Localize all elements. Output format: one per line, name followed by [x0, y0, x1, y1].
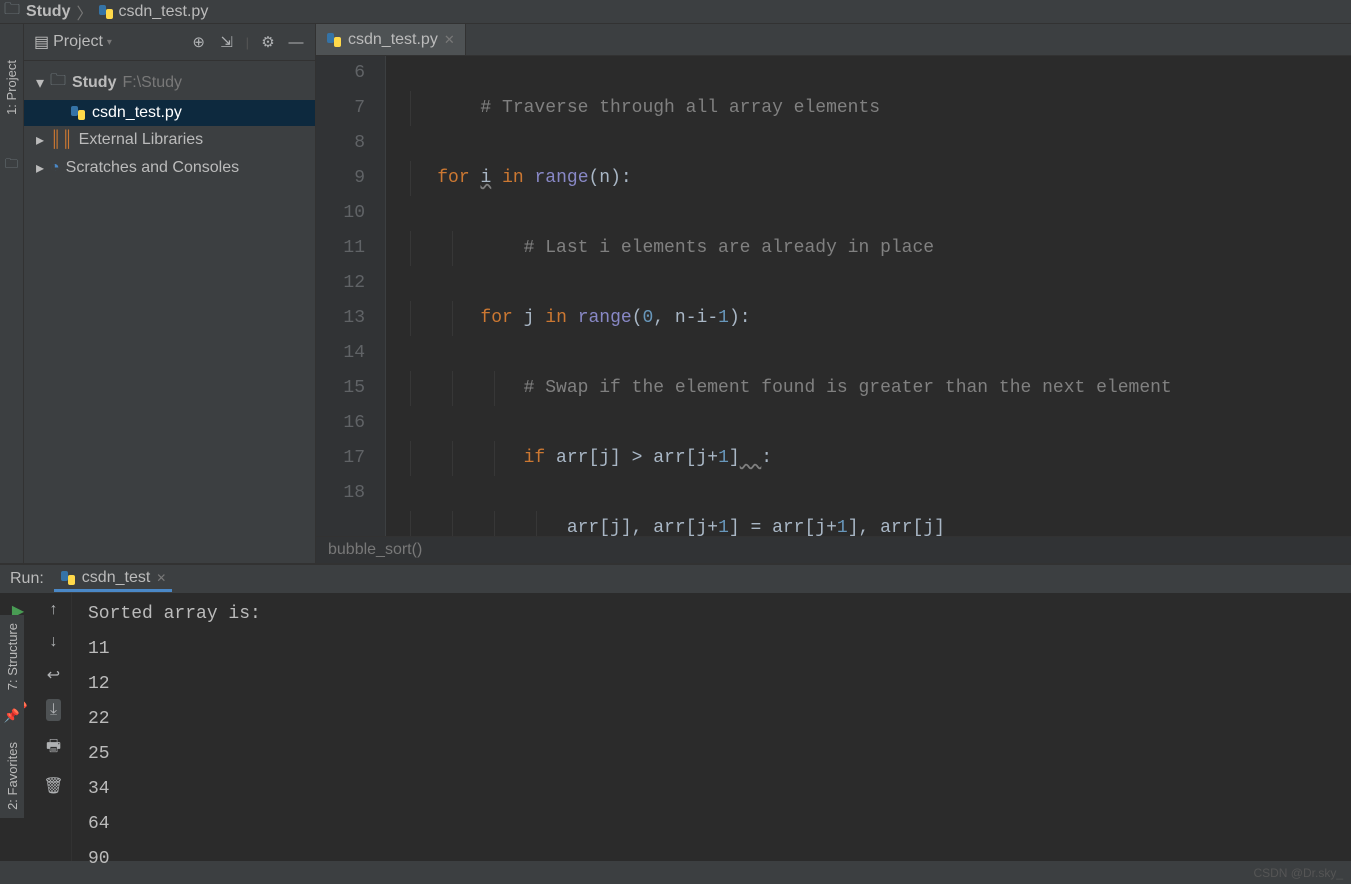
- folder-strip-icon[interactable]: 🗀: [5, 155, 18, 177]
- run-panel: Run: csdn_test ✕ ▶ ■ ≡ 📌 ↑ ↓ ↩ ⤓ 🖶 🗑 Sor…: [0, 563, 1351, 861]
- project-view-icon: ▤: [34, 32, 49, 52]
- run-toolbar-2: ↑ ↓ ↩ ⤓ 🖶 🗑: [36, 593, 72, 861]
- collapse-all-icon[interactable]: ⇲: [218, 33, 236, 51]
- python-file-icon: [98, 4, 114, 20]
- tree-root[interactable]: ▾ 🗀 Study F:\Study: [24, 65, 315, 100]
- tree-file-csdn-test[interactable]: csdn_test.py: [24, 100, 315, 126]
- close-tab-icon[interactable]: ✕: [444, 32, 455, 48]
- code-content[interactable]: # Traverse through all array elements fo…: [386, 56, 1351, 536]
- project-title[interactable]: Project: [53, 33, 103, 51]
- scroll-to-end-icon[interactable]: ⤓: [46, 699, 61, 721]
- structure-tool-tab[interactable]: 7: Structure: [3, 615, 22, 698]
- collapse-arrow-icon[interactable]: ▸: [36, 130, 50, 150]
- left-lower-strip: 7: Structure 📌 2: Favorites: [0, 615, 24, 818]
- run-output[interactable]: Sorted array is:11122225346490: [72, 593, 1351, 861]
- watermark: CSDN @Dr.sky_: [1253, 866, 1343, 880]
- hide-icon[interactable]: —: [287, 34, 305, 51]
- breadcrumb-root[interactable]: Study: [26, 3, 70, 21]
- project-tree: ▾ 🗀 Study F:\Study csdn_test.py ▸ ║║ Ext…: [24, 61, 315, 186]
- editor-area: csdn_test.py ✕ 6 7 8 9 10 11 12 13 14 15…: [316, 24, 1351, 563]
- tree-external-libraries[interactable]: ▸ ║║ External Libraries: [24, 126, 315, 154]
- breadcrumb: 🗀 Study 〉 csdn_test.py: [0, 0, 1351, 24]
- dropdown-icon[interactable]: ▾: [107, 37, 112, 48]
- collapse-arrow-icon[interactable]: ▸: [36, 158, 50, 178]
- print-icon[interactable]: 🖶: [46, 735, 61, 762]
- breadcrumb-file[interactable]: csdn_test.py: [118, 3, 208, 21]
- run-tab[interactable]: csdn_test ✕: [54, 567, 173, 592]
- run-header: Run: csdn_test ✕: [0, 565, 1351, 593]
- project-header: ▤ Project ▾ ⊕ ⇲ | ⚙ —: [24, 24, 315, 61]
- close-tab-icon[interactable]: ✕: [156, 571, 166, 585]
- project-panel: ▤ Project ▾ ⊕ ⇲ | ⚙ — ▾ 🗀 Study F:\Study…: [24, 24, 316, 563]
- python-file-icon: [326, 32, 342, 48]
- editor-breadcrumb[interactable]: bubble_sort(): [316, 536, 1351, 563]
- scratches-icon: ◔: [50, 159, 60, 177]
- code-editor[interactable]: 6 7 8 9 10 11 12 13 14 15 16 17 18 # Tra…: [316, 56, 1351, 536]
- editor-tabs: csdn_test.py ✕: [316, 24, 1351, 56]
- left-tool-strip: 1: Project 🗀: [0, 24, 24, 563]
- folder-icon: 🗀: [50, 69, 66, 96]
- locate-icon[interactable]: ⊕: [190, 33, 208, 51]
- gear-icon[interactable]: ⚙: [259, 33, 277, 51]
- favorites-tool-tab[interactable]: 2: Favorites: [3, 734, 22, 818]
- python-file-icon: [60, 570, 76, 586]
- soft-wrap-icon[interactable]: ↩: [47, 665, 60, 685]
- trash-icon[interactable]: 🗑: [43, 776, 63, 796]
- tree-scratches[interactable]: ▸ ◔ Scratches and Consoles: [24, 154, 315, 182]
- expand-arrow-icon[interactable]: ▾: [36, 73, 50, 93]
- breadcrumb-separator: 〉: [76, 0, 92, 24]
- gutter: 6 7 8 9 10 11 12 13 14 15 16 17 18: [316, 56, 386, 536]
- up-icon[interactable]: ↑: [50, 601, 58, 619]
- run-label: Run:: [10, 570, 44, 588]
- python-file-icon: [70, 105, 86, 121]
- pin-icon[interactable]: 📌: [4, 708, 20, 724]
- folder-icon: 🗀: [4, 0, 20, 25]
- down-icon[interactable]: ↓: [50, 633, 58, 651]
- project-tool-tab[interactable]: 1: Project: [2, 54, 21, 121]
- library-icon: ║║: [50, 131, 73, 149]
- editor-tab-csdn-test[interactable]: csdn_test.py ✕: [316, 24, 466, 55]
